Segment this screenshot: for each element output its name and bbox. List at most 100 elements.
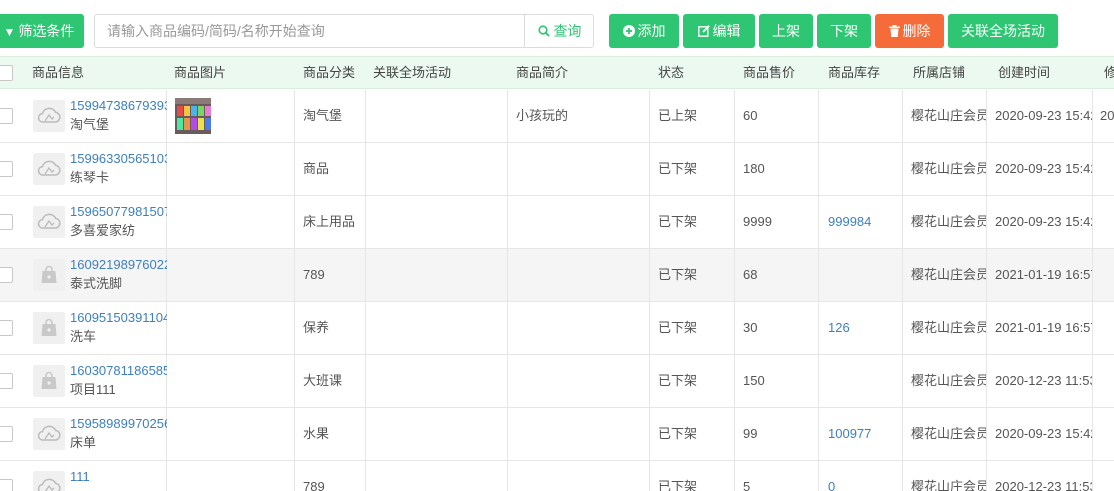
stock-cell[interactable]: 999984 — [828, 196, 900, 248]
product-code-link[interactable]: 16095150391104 — [70, 309, 167, 327]
column-divider — [818, 408, 819, 460]
column-divider — [734, 143, 735, 195]
status-cell: 已下架 — [658, 373, 698, 388]
unshelve-button[interactable]: 下架 — [817, 14, 871, 48]
column-header[interactable]: 商品库存 — [828, 57, 900, 88]
delete-button[interactable]: 删除 — [875, 14, 944, 48]
column-header[interactable]: 商品分类 — [303, 57, 368, 88]
product-code-link[interactable]: 111 — [70, 468, 167, 486]
table-row[interactable]: 15965077981507 多喜爱家纺 床上用品 已下架 9999 999984 樱花山庄… — [0, 196, 1114, 249]
column-divider — [986, 355, 987, 407]
column-divider — [734, 302, 735, 354]
shelve-button[interactable]: 上架 — [759, 14, 813, 48]
column-divider — [902, 355, 903, 407]
table-row[interactable]: 16095150391104 洗车 保养 已下架 30 126 樱花山庄会员 2021-01-… — [0, 302, 1114, 355]
column-divider — [1092, 90, 1093, 142]
table-row[interactable]: 15958989970256 床单 水果 已下架 99 100977 樱花山庄会员 2020-… — [0, 408, 1114, 461]
created-time-cell: 2020-09-23 15:42 — [995, 426, 1092, 441]
column-divider — [365, 196, 366, 248]
column-divider — [507, 461, 508, 491]
filter-button[interactable]: ▼ 筛选条件 — [0, 14, 84, 48]
row-checkbox[interactable] — [0, 108, 13, 124]
add-button[interactable]: 添加 — [609, 14, 679, 48]
stock-cell[interactable]: 0 — [828, 461, 900, 491]
product-code-link[interactable]: 15994738679393 — [70, 97, 167, 115]
stock-cell[interactable] — [828, 143, 900, 195]
row-checkbox[interactable] — [0, 214, 13, 230]
row-checkbox[interactable] — [0, 426, 13, 442]
row-checkbox[interactable] — [0, 479, 13, 491]
row-checkbox[interactable] — [0, 320, 13, 336]
column-divider — [649, 90, 650, 142]
status-cell: 已下架 — [658, 161, 698, 176]
column-divider — [1092, 408, 1093, 460]
row-checkbox[interactable] — [0, 161, 13, 177]
column-divider — [294, 90, 295, 142]
status-cell: 已下架 — [658, 426, 698, 441]
stock-cell[interactable] — [828, 355, 900, 407]
search-input[interactable] — [95, 15, 524, 47]
product-code-link[interactable]: 15996330565103 — [70, 150, 167, 168]
column-header[interactable]: 商品简介 — [516, 57, 646, 88]
product-image[interactable] — [175, 98, 211, 134]
link-activity-button[interactable]: 关联全场活动 — [948, 14, 1058, 48]
table-row[interactable]: 15996330565103 练琴卡 商品 已下架 180 樱花山庄会员 2020-09-2… — [0, 143, 1114, 196]
column-header[interactable]: 关联全场活动 — [373, 57, 503, 88]
category-cell: 789 — [303, 267, 325, 282]
unshelve-label: 下架 — [830, 23, 858, 39]
product-code-link[interactable]: 15958989970256 — [70, 415, 167, 433]
row-checkbox[interactable] — [0, 267, 13, 283]
column-header[interactable]: 修 — [1104, 57, 1114, 88]
product-code-link[interactable]: 15965077981507 — [70, 203, 167, 221]
stock-cell[interactable]: 100977 — [828, 408, 900, 460]
table-row[interactable]: 111 789 已下架 5 0 樱花山庄会员 2020-12-23 11:53 — [0, 461, 1114, 491]
intro-cell — [516, 302, 646, 354]
shopping-bag-icon — [33, 365, 65, 397]
filter-label: 筛选条件 — [18, 23, 75, 39]
column-divider — [507, 302, 508, 354]
stock-cell[interactable]: 126 — [828, 302, 900, 354]
edit-button[interactable]: 编辑 — [683, 14, 755, 48]
delete-label: 删除 — [902, 23, 931, 39]
column-header[interactable]: 所属店铺 — [913, 57, 985, 88]
table-row[interactable]: 15994738679393 淘气堡 淘气堡 小孩玩的 已上架 60 樱花山庄会员 2020-… — [0, 90, 1114, 143]
column-header[interactable]: 状态 — [658, 57, 728, 88]
column-divider — [365, 355, 366, 407]
column-divider — [986, 249, 987, 301]
column-divider — [734, 90, 735, 142]
stock-cell[interactable] — [828, 90, 900, 142]
column-divider — [986, 196, 987, 248]
intro-cell — [516, 355, 646, 407]
table-row[interactable]: 16030781186585 项目111 大班课 已下架 150 樱花山庄会员 2020-1… — [0, 355, 1114, 408]
cloud-image-icon — [33, 471, 65, 491]
shop-cell: 樱花山庄会员 — [911, 426, 986, 441]
column-header[interactable]: 商品信息 — [32, 57, 162, 88]
stock-cell[interactable] — [828, 249, 900, 301]
price-cell: 68 — [743, 267, 758, 282]
price-cell: 99 — [743, 426, 758, 441]
edit-label: 编辑 — [712, 23, 741, 39]
column-divider — [365, 461, 366, 491]
table-row[interactable]: 16092198976022 泰式洗脚 789 已下架 68 樱花山庄会员 2021-01-… — [0, 249, 1114, 302]
intro-cell — [516, 249, 646, 301]
link-activity-label: 关联全场活动 — [961, 23, 1045, 39]
search-button[interactable]: 查询 — [524, 15, 594, 47]
column-divider — [818, 461, 819, 491]
column-header[interactable]: 商品图片 — [174, 57, 289, 88]
status-cell: 已下架 — [658, 320, 698, 335]
column-header[interactable]: 商品售价 — [743, 57, 818, 88]
column-header[interactable]: 创建时间 — [998, 57, 1088, 88]
created-time-cell: 2020-12-23 11:53 — [995, 373, 1092, 388]
product-name: 床单 — [70, 435, 97, 450]
column-divider — [818, 90, 819, 142]
price-cell: 5 — [743, 479, 751, 491]
row-checkbox[interactable] — [0, 373, 13, 389]
column-divider — [902, 196, 903, 248]
product-code-link[interactable]: 16030781186585 — [70, 362, 167, 380]
category-cell: 床上用品 — [303, 214, 356, 229]
product-name: 项目111 — [70, 382, 116, 397]
activity-cell — [373, 90, 503, 142]
product-code-link[interactable]: 16092198976022 — [70, 256, 167, 274]
column-divider — [818, 143, 819, 195]
select-all-checkbox[interactable] — [0, 65, 13, 81]
